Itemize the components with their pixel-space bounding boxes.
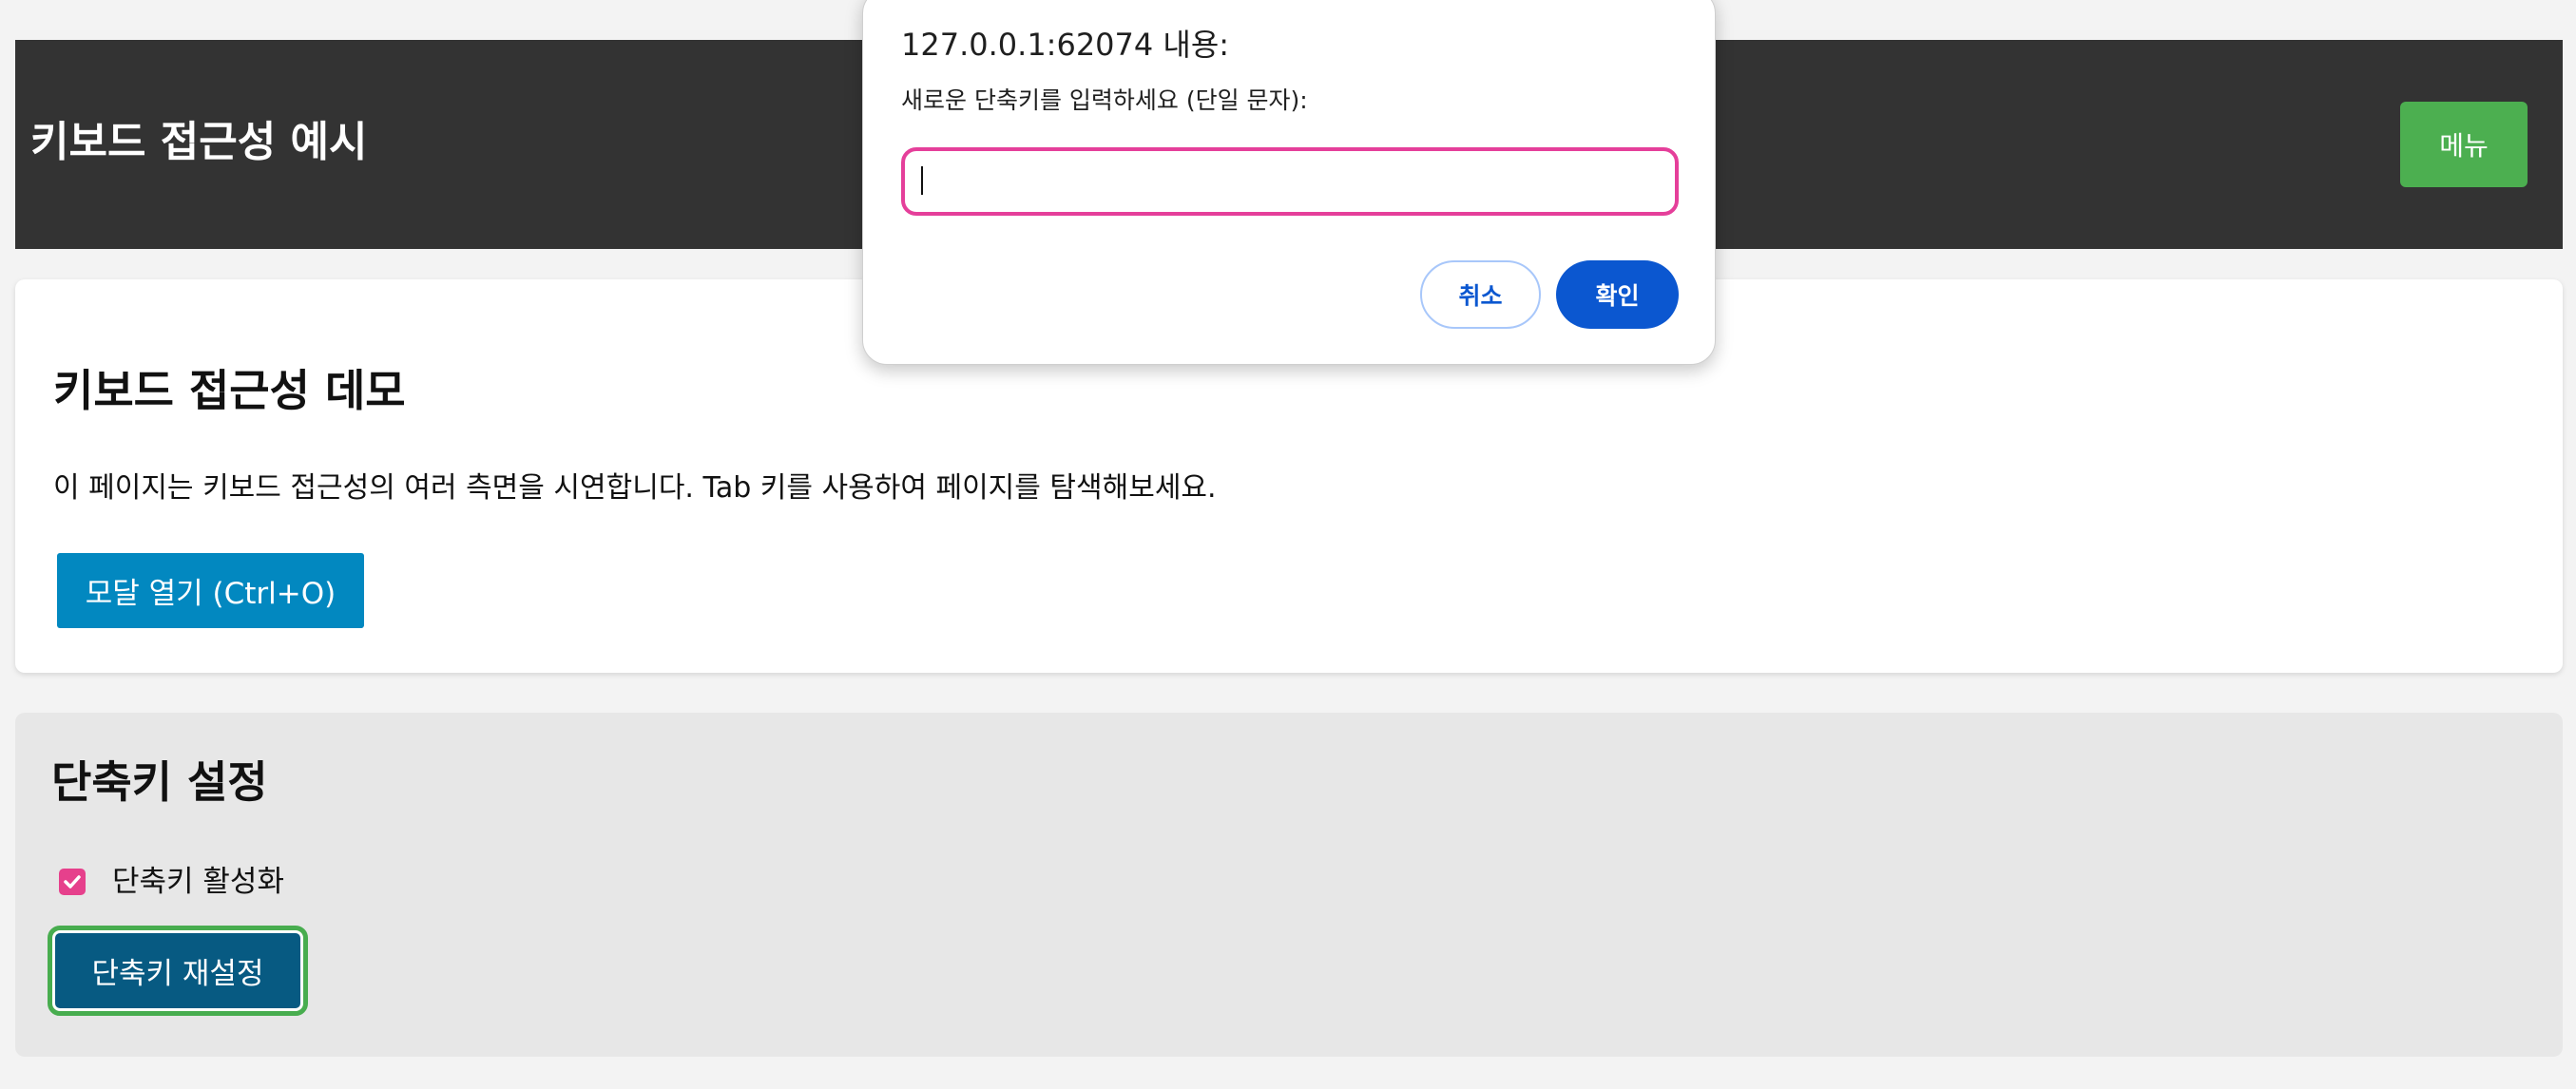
shortcut-settings-section [15, 713, 2563, 1057]
reset-shortcut-button[interactable]: 단축키 재설정 [48, 926, 308, 1016]
demo-description: 이 페이지는 키보드 접근성의 여러 측면을 시연합니다. Tab 키를 사용하… [53, 471, 1217, 505]
enable-shortcuts-checkbox[interactable] [59, 869, 86, 895]
dialog-message: 새로운 단축키를 입력하세요 (단일 문자): [901, 86, 1308, 114]
cancel-button[interactable]: 취소 [1420, 260, 1541, 329]
text-caret [921, 166, 923, 195]
open-modal-button[interactable]: 모달 열기 (Ctrl+O) [57, 553, 364, 628]
shortcut-settings-heading: 단축키 설정 [51, 756, 268, 808]
checkmark-icon [64, 875, 81, 888]
demo-heading: 키보드 접근성 데모 [53, 365, 406, 416]
prompt-dialog: 127.0.0.1:62074 내용: 새로운 단축키를 입력하세요 (단일 문… [862, 0, 1716, 365]
menu-button[interactable]: 메뉴 [2400, 102, 2528, 187]
page-title: 키보드 접근성 예시 [30, 118, 368, 166]
enable-shortcuts-label[interactable]: 단축키 활성화 [112, 861, 284, 903]
shortcut-input[interactable] [901, 147, 1679, 216]
dialog-title: 127.0.0.1:62074 내용: [901, 27, 1230, 63]
ok-button[interactable]: 확인 [1556, 260, 1679, 329]
